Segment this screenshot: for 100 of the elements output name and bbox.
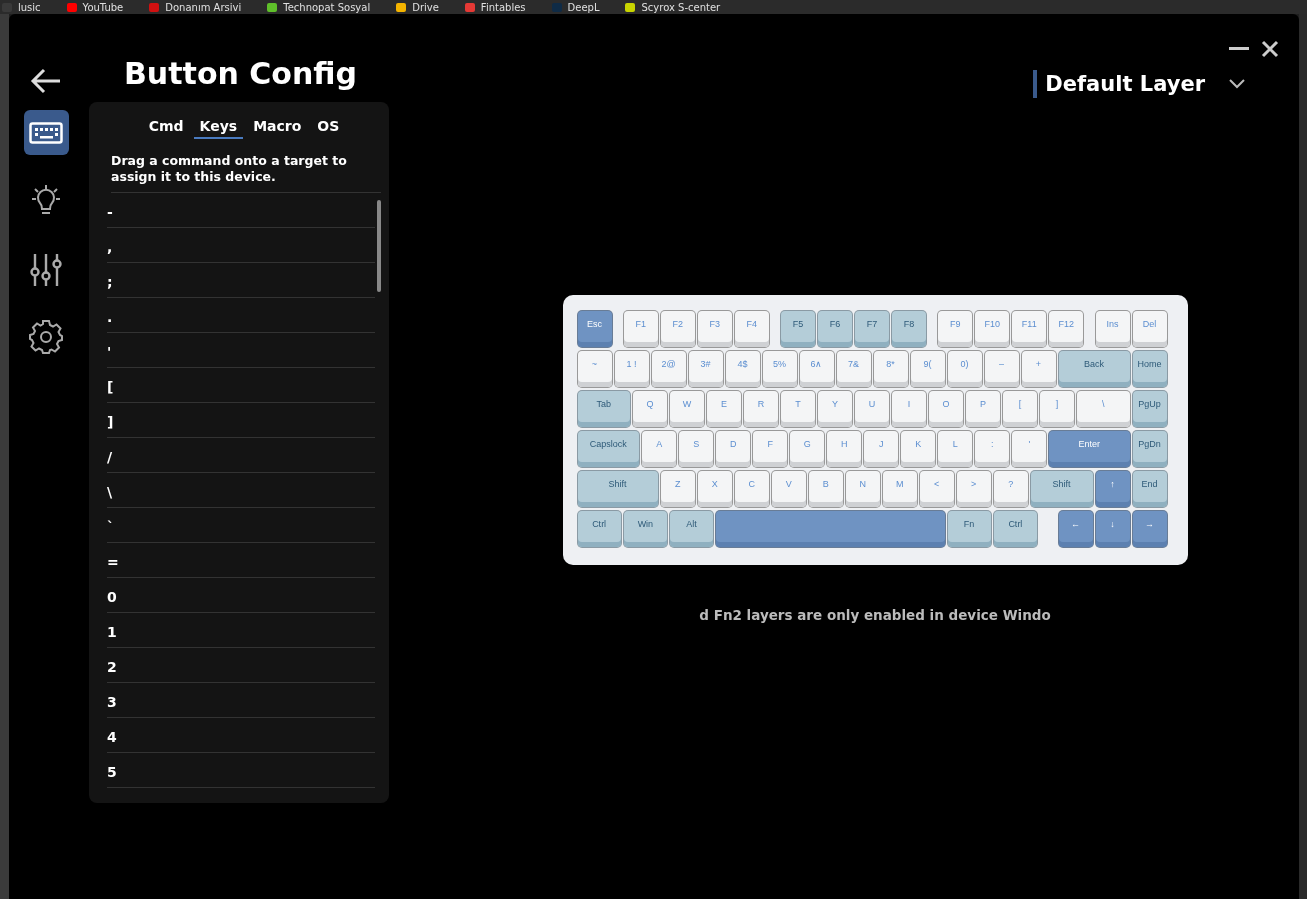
keyboard-key[interactable]: Esc xyxy=(577,311,612,347)
keyboard-key[interactable]: Del xyxy=(1132,311,1167,347)
keyboard-key[interactable]: Shift xyxy=(577,471,658,507)
bookmark-link[interactable]: lusic xyxy=(2,1,41,13)
keyboard-key[interactable]: < xyxy=(919,471,954,507)
keyboard-key[interactable]: ↓ xyxy=(1095,511,1130,547)
command-item[interactable]: 2 xyxy=(107,648,375,683)
keyboard-key[interactable]: ] xyxy=(1040,391,1074,427)
back-arrow-icon[interactable] xyxy=(30,68,62,94)
keyboard-key[interactable]: 4$ xyxy=(725,351,760,387)
keyboard-key[interactable]: N xyxy=(845,471,880,507)
command-item[interactable]: 3 xyxy=(107,683,375,718)
keyboard-key[interactable]: : xyxy=(975,431,1010,467)
keyboard-key[interactable]: Home xyxy=(1132,351,1167,387)
keyboard-key[interactable]: O xyxy=(929,391,963,427)
keyboard-key[interactable]: 8* xyxy=(873,351,908,387)
keyboard-key[interactable]: V xyxy=(771,471,806,507)
command-item[interactable]: - xyxy=(107,193,375,228)
keyboard-key[interactable]: 0) xyxy=(947,351,982,387)
command-item[interactable]: , xyxy=(107,228,375,263)
command-item[interactable]: ` xyxy=(107,508,375,543)
keyboard-key[interactable]: A xyxy=(642,431,677,467)
keyboard-key[interactable]: Ctrl xyxy=(577,511,621,547)
keyboard-key[interactable]: F6 xyxy=(818,311,852,347)
keyboard-key[interactable]: E xyxy=(707,391,741,427)
keyboard-key[interactable]: F12 xyxy=(1049,311,1084,347)
keyboard-nav-button[interactable] xyxy=(23,110,69,155)
command-item[interactable]: = xyxy=(107,543,375,578)
panel-tab[interactable]: OS xyxy=(311,116,346,139)
keyboard-key[interactable]: ↑ xyxy=(1095,471,1130,507)
keyboard-key[interactable]: Z xyxy=(660,471,695,507)
command-item[interactable]: ' xyxy=(107,333,375,368)
keyboard-key[interactable]: F10 xyxy=(975,311,1010,347)
keyboard-key[interactable]: F4 xyxy=(734,311,769,347)
bookmark-link[interactable]: Drive xyxy=(396,1,439,13)
command-item[interactable]: \ xyxy=(107,473,375,508)
keyboard-key[interactable]: H xyxy=(827,431,862,467)
layer-dropdown[interactable]: Default Layer xyxy=(1033,70,1245,98)
keyboard-key[interactable]: D xyxy=(716,431,751,467)
bookmark-link[interactable]: Donanım Arsivi xyxy=(149,1,242,13)
keyboard-key[interactable]: 7& xyxy=(836,351,871,387)
keyboard-key[interactable]: W xyxy=(670,391,704,427)
keyboard-key[interactable]: Enter xyxy=(1049,431,1130,467)
bookmark-link[interactable]: YouTube xyxy=(66,1,124,13)
keyboard-key[interactable]: Back xyxy=(1058,351,1130,387)
keyboard-key[interactable]: – xyxy=(984,351,1019,387)
bookmark-link[interactable]: DeepL xyxy=(551,1,600,13)
keyboard-key[interactable]: > xyxy=(956,471,991,507)
keyboard-key[interactable]: F1 xyxy=(623,311,658,347)
keyboard-key[interactable]: 9( xyxy=(910,351,945,387)
bookmark-link[interactable]: Technopat Sosyal xyxy=(267,1,371,13)
keyboard-key[interactable]: Shift xyxy=(1030,471,1093,507)
command-item[interactable]: / xyxy=(107,438,375,473)
keyboard-key[interactable]: ' xyxy=(1012,431,1047,467)
keyboard-key[interactable]: 6∧ xyxy=(799,351,834,387)
command-item[interactable]: ; xyxy=(107,263,375,298)
keyboard-key[interactable]: R xyxy=(744,391,778,427)
panel-tab[interactable]: Cmd xyxy=(142,116,190,139)
keyboard-key[interactable]: I xyxy=(892,391,926,427)
command-item[interactable]: 1 xyxy=(107,613,375,648)
keyboard-key[interactable]: Y xyxy=(818,391,852,427)
keyboard-key[interactable]: Capslock xyxy=(577,431,640,467)
keyboard-key[interactable]: 3# xyxy=(688,351,723,387)
keyboard-key[interactable]: ← xyxy=(1058,511,1093,547)
keyboard-key[interactable]: End xyxy=(1132,471,1167,507)
keyboard-key[interactable]: L xyxy=(938,431,973,467)
keyboard-key[interactable]: PgDn xyxy=(1132,431,1167,467)
keyboard-key[interactable]: 1 ! xyxy=(614,351,649,387)
keyboard-key[interactable]: Ins xyxy=(1095,311,1130,347)
panel-tab[interactable]: Keys xyxy=(193,116,244,139)
command-item[interactable]: . xyxy=(107,298,375,333)
keyboard-key[interactable]: + xyxy=(1021,351,1056,387)
keyboard-key[interactable]: M xyxy=(882,471,917,507)
bookmark-link[interactable]: Fintables xyxy=(464,1,526,13)
command-item[interactable]: 4 xyxy=(107,718,375,753)
keyboard-key[interactable]: T xyxy=(781,391,815,427)
keyboard-key[interactable]: J xyxy=(864,431,899,467)
keyboard-key[interactable]: ~ xyxy=(577,351,612,387)
keyboard-key[interactable]: B xyxy=(808,471,843,507)
keyboard-key[interactable]: X xyxy=(697,471,732,507)
keyboard-key[interactable]: F7 xyxy=(855,311,889,347)
keyboard-key[interactable]: → xyxy=(1132,511,1167,547)
command-item[interactable]: ] xyxy=(107,403,375,438)
bookmark-link[interactable]: Scyrox S-center xyxy=(625,1,721,13)
keyboard-key[interactable]: K xyxy=(901,431,936,467)
keyboard-key[interactable]: \ xyxy=(1077,391,1130,427)
keyboard-key[interactable]: Win xyxy=(623,511,667,547)
keyboard-key[interactable]: C xyxy=(734,471,769,507)
command-item[interactable]: 0 xyxy=(107,578,375,613)
keyboard-key[interactable]: ? xyxy=(993,471,1028,507)
keyboard-key[interactable]: U xyxy=(855,391,889,427)
keyboard-key[interactable]: Tab xyxy=(577,391,630,427)
command-item[interactable]: 5 xyxy=(107,753,375,788)
keyboard-key[interactable]: F8 xyxy=(892,311,926,347)
minimize-icon[interactable] xyxy=(1229,47,1249,51)
close-icon[interactable] xyxy=(1261,40,1279,58)
keyboard-key[interactable]: [ xyxy=(1003,391,1037,427)
keyboard-key[interactable]: G xyxy=(790,431,825,467)
keyboard-key[interactable]: 2@ xyxy=(651,351,686,387)
keyboard-key[interactable]: F xyxy=(753,431,788,467)
